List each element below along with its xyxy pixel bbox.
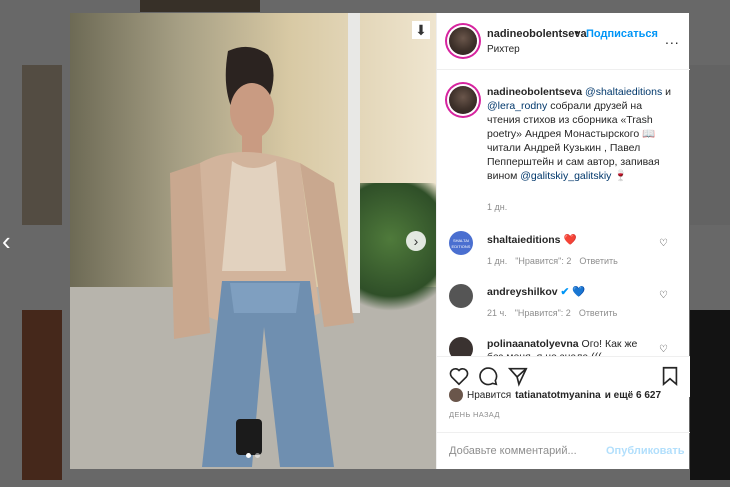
follow-button[interactable]: Подписаться: [586, 28, 658, 40]
caption-emoji: 🍷: [614, 170, 628, 182]
header-separator: •: [575, 27, 579, 39]
add-comment-bar: Добавьте комментарий... Опубликовать: [437, 432, 690, 470]
publish-button[interactable]: Опубликовать: [606, 445, 685, 457]
carousel-dot-active: [246, 453, 251, 458]
likes-count[interactable]: и ещё 6 627: [605, 390, 661, 401]
comment-username-text: andreyshilkov: [487, 286, 558, 298]
comment-meta: 21 ч. "Нравится": 2 Ответить: [487, 308, 625, 318]
carousel-dots: [246, 453, 260, 458]
caption-and: и: [665, 86, 672, 98]
comment-username[interactable]: andreyshilkov ✔ 💙: [487, 285, 585, 298]
author-username[interactable]: nadineobolentseva: [487, 28, 587, 40]
previous-post-arrow-icon[interactable]: ‹: [2, 228, 11, 254]
comment-like-icon[interactable]: ♡: [659, 344, 668, 355]
carousel-dot: [255, 453, 260, 458]
caption-time: 1 дн.: [487, 202, 508, 212]
comment-meta: 1 дн. "Нравится": 2 Ответить: [487, 256, 626, 266]
comment-avatar[interactable]: SHALTAI EDITIONS: [449, 231, 473, 255]
comment-input[interactable]: Добавьте комментарий...: [449, 445, 577, 457]
comment-likes[interactable]: "Нравится": 2: [515, 308, 571, 318]
caption-avatar[interactable]: [449, 86, 477, 114]
likes-summary: Нравится tatianatotmyanina и ещё 6 627: [449, 388, 661, 402]
download-icon[interactable]: ⬇: [412, 21, 430, 39]
caption-text: nadineobolentseva @shaltaieditions и @le…: [487, 85, 677, 183]
comment-likes[interactable]: "Нравится": 2: [515, 256, 571, 266]
liker-avatar: [449, 388, 463, 402]
comment-time: 21 ч.: [487, 308, 507, 318]
comment-time: 1 дн.: [487, 256, 508, 266]
share-direct-icon[interactable]: [507, 365, 529, 387]
comment-avatar[interactable]: [449, 284, 473, 308]
photo-plants: [360, 183, 436, 323]
comment-username[interactable]: polinaanatolyevna: [487, 338, 579, 350]
comment-bubble-icon[interactable]: [477, 365, 499, 387]
post-header: nadineobolentseva • Подписаться Рихтер .…: [437, 13, 690, 70]
caption-mention[interactable]: @galitskiy_galitskiy: [520, 170, 611, 182]
post-modal: ⬇ › nadineobolentseva • Подписаться Рихт…: [70, 13, 690, 469]
comment-username-text: shaltaieditions: [487, 234, 561, 246]
likes-prefix: Нравится: [467, 389, 512, 401]
comment-like-icon[interactable]: ♡: [659, 290, 668, 301]
photo-person: [170, 46, 354, 467]
comment-text: 💙: [572, 286, 586, 298]
verified-badge-icon: ✔: [560, 286, 570, 298]
next-image-icon[interactable]: ›: [406, 231, 426, 251]
caption-mention[interactable]: @shaltaieditions: [585, 86, 662, 98]
liker-username[interactable]: tatianatotmyanina: [515, 390, 601, 401]
comment-reply-button[interactable]: Ответить: [579, 256, 617, 266]
caption-mention[interactable]: @lera_rodny: [487, 100, 547, 112]
save-bookmark-icon[interactable]: [659, 365, 681, 387]
comment-username[interactable]: shaltaieditions ❤️: [487, 233, 577, 246]
post-photo[interactable]: ⬇ ›: [70, 13, 436, 469]
more-options-icon[interactable]: ...: [665, 31, 680, 47]
like-heart-icon[interactable]: [448, 365, 470, 387]
post-date: ДЕНЬ НАЗАД: [449, 410, 500, 419]
post-sidebar: nadineobolentseva • Подписаться Рихтер .…: [436, 13, 690, 469]
comment-text: ❤️: [563, 234, 577, 246]
caption-username[interactable]: nadineobolentseva: [487, 86, 582, 98]
comment-like-icon[interactable]: ♡: [659, 238, 668, 249]
post-location[interactable]: Рихтер: [487, 44, 520, 55]
comment-reply-button[interactable]: Ответить: [579, 308, 617, 318]
author-avatar[interactable]: [449, 27, 477, 55]
